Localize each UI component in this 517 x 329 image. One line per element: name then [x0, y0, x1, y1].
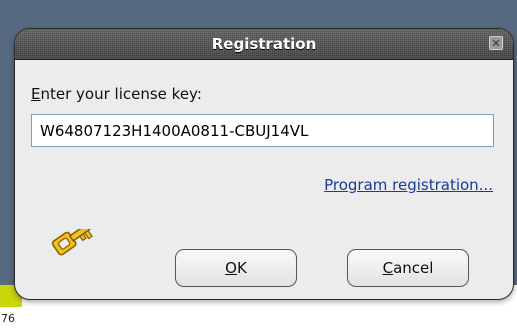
ok-button[interactable]: OK: [175, 249, 297, 287]
ok-label: K: [236, 259, 247, 277]
ok-mnemonic: O: [225, 259, 237, 277]
background-partial-text: 76: [1, 312, 15, 325]
key-icon: [51, 229, 93, 256]
close-button[interactable]: ✕: [489, 36, 503, 50]
label-text: nter your license key:: [40, 85, 202, 103]
registration-dialog: Registration ✕ Enter your license key: P…: [14, 28, 514, 300]
dialog-title: Registration: [211, 35, 317, 53]
close-icon: ✕: [491, 36, 501, 50]
dialog-titlebar[interactable]: Registration ✕: [15, 29, 513, 60]
desktop-lower-area: [0, 307, 517, 329]
cancel-mnemonic: C: [382, 259, 394, 277]
cancel-label: ancel: [393, 259, 434, 277]
license-key-label: Enter your license key:: [31, 85, 202, 103]
license-key-input[interactable]: [31, 114, 494, 147]
cancel-button[interactable]: Cancel: [347, 249, 469, 287]
program-registration-link[interactable]: Program registration...: [324, 176, 493, 194]
